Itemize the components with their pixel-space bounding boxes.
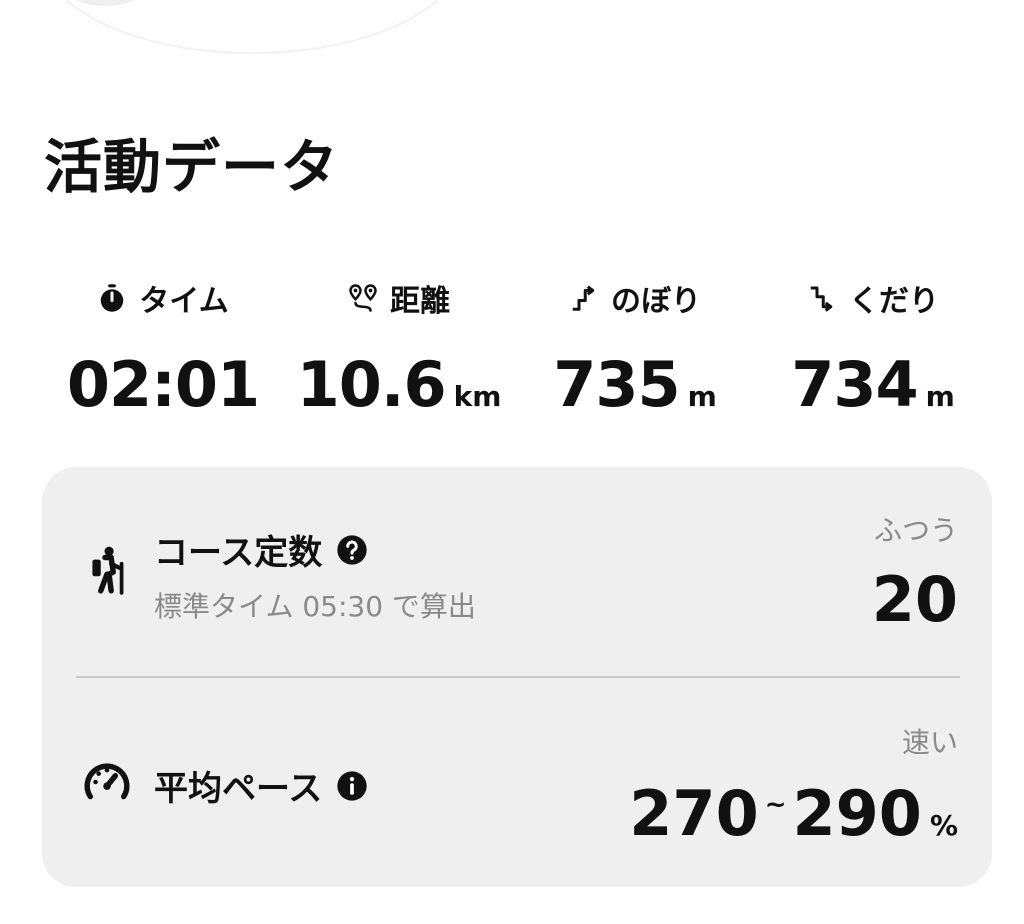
stat-value: 735 xyxy=(553,348,680,421)
speedometer-icon xyxy=(84,763,130,800)
ascent-icon xyxy=(572,285,595,311)
average-pace-min: 270 xyxy=(629,777,759,850)
question-circle-icon[interactable] xyxy=(336,534,368,566)
course-constant-subtitle: 標準タイム 05:30 で算出 xyxy=(154,590,476,623)
stat-label: くだり xyxy=(849,284,939,319)
course-constant-grade: ふつう xyxy=(873,514,958,547)
hiker-icon xyxy=(92,546,124,595)
average-pace-title: 平均ペース xyxy=(154,769,323,809)
stat-descent: くだり 734 m xyxy=(758,278,988,421)
average-pace-grade: 速い xyxy=(901,726,958,759)
average-pace-separator: ~ xyxy=(764,790,787,820)
stat-time: タイム 02:01 xyxy=(48,278,278,421)
info-circle-icon[interactable] xyxy=(336,770,368,802)
stat-label: 距離 xyxy=(390,284,450,319)
stat-unit: m xyxy=(925,380,955,413)
course-constant-title: コース定数 xyxy=(154,533,323,573)
average-pace-max: 290 xyxy=(792,777,922,850)
course-constant-value: 20 xyxy=(871,563,958,636)
stat-ascent: のぼり 735 m xyxy=(520,278,750,421)
stat-unit: m xyxy=(687,380,717,413)
header-decoration xyxy=(40,0,464,54)
average-pace-unit: % xyxy=(929,809,958,842)
route-pins-icon xyxy=(349,284,377,312)
stat-value: 734 xyxy=(791,348,918,421)
divider xyxy=(76,676,960,678)
stat-unit: km xyxy=(453,380,502,413)
metrics-card: コース定数 標準タイム 05:30 で算出 ふつう 20 平均ペース 速い 27… xyxy=(42,467,992,887)
stat-value: 10.6 xyxy=(296,348,447,421)
stat-distance: 距離 10.6 km xyxy=(284,278,514,421)
stat-value: 02:01 xyxy=(66,348,260,421)
stat-label: のぼり xyxy=(611,284,701,319)
stopwatch-icon xyxy=(101,284,124,312)
stat-label: タイム xyxy=(139,284,229,319)
section-title: 活動データ xyxy=(44,133,340,201)
descent-icon xyxy=(810,286,833,312)
